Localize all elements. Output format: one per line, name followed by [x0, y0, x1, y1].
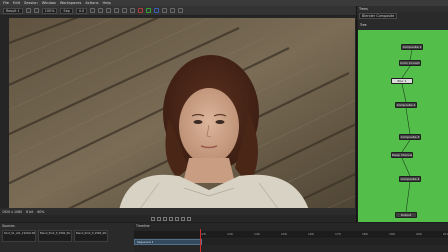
guides-icon[interactable] [114, 8, 120, 13]
timeline-tick-label: 200 [416, 232, 422, 236]
blue-channel-icon[interactable] [154, 8, 160, 13]
timeline-panel: Timeline 120 130 140 150 160 170 180 190 200 210 … [134, 222, 448, 252]
fstop-select[interactable]: 0.0 [75, 7, 88, 14]
timeline-tick-label: 180 [362, 232, 368, 236]
sources-panel: Sources Shot_01_v01_1920x1080.jpg Blend_… [0, 222, 134, 252]
timeline-tick-label: 190 [389, 232, 395, 236]
mode-select[interactable]: Sep [60, 7, 73, 14]
lock-icon[interactable] [170, 8, 176, 13]
resolution-label: 1920 x 1080 [2, 209, 23, 214]
zoom-label: 60% [37, 209, 45, 214]
viewer-toolbar: Result 1 100% Sep 0.0 [0, 6, 356, 16]
node-connection [401, 65, 411, 79]
prev-frame-icon[interactable] [157, 216, 161, 221]
node-connection [405, 181, 411, 213]
overlay-icon[interactable] [130, 8, 136, 13]
node-connection [401, 157, 411, 177]
tab-tree[interactable]: Tree [358, 23, 369, 27]
safe-area-icon[interactable] [122, 8, 128, 13]
viewer-panel [0, 16, 356, 214]
grid-icon[interactable] [106, 8, 112, 13]
timeline-tick-label: 130 [227, 232, 233, 236]
scale-select[interactable]: 100% [41, 7, 58, 14]
tree-node[interactable]: Color Correct 1 [399, 60, 421, 66]
play-reverse-icon[interactable] [163, 216, 167, 221]
tree-node[interactable]: Composite 1 [401, 44, 423, 50]
tree-node[interactable]: Composite 4 [399, 176, 421, 182]
last-frame-icon[interactable] [187, 216, 191, 221]
viewer-status-bar: 1920 x 1080 8 bit 60% [0, 208, 356, 215]
play-icon[interactable] [175, 216, 179, 221]
node-connection [409, 49, 413, 61]
red-channel-icon[interactable] [138, 8, 144, 13]
timeline-clip[interactable]: Sequence 1 [134, 239, 202, 245]
green-channel-icon[interactable] [146, 8, 152, 13]
node-connection [401, 83, 407, 103]
next-frame-icon[interactable] [181, 216, 185, 221]
node-connection [401, 139, 411, 153]
settings-icon[interactable] [178, 8, 184, 13]
source-clip[interactable]: Shot_01_v01_1920x1080.jpg [2, 230, 36, 242]
timeline-tick-label: 160 [308, 232, 314, 236]
tree-node[interactable]: Blur 1 [391, 78, 413, 84]
first-frame-icon[interactable] [151, 216, 155, 221]
timeline-track: Sequence 1 [134, 239, 448, 245]
tree-node[interactable]: Deep Channels 1 [391, 152, 413, 158]
transport-controls [0, 215, 356, 222]
bit-depth-label: 8 bit [26, 209, 34, 214]
tree-node[interactable]: Composite 2 [395, 102, 417, 108]
playhead[interactable] [200, 229, 201, 252]
timeline-tick-label: 170 [335, 232, 341, 236]
viewer-a-icon[interactable] [25, 8, 31, 13]
tree-node[interactable]: Output [395, 212, 417, 218]
timeline-tick-label: 140 [254, 232, 260, 236]
node-graph[interactable]: Composite 1 Color Correct 1 Blur 1 Composit… [358, 30, 448, 222]
lut-icon[interactable] [98, 8, 104, 13]
tree-select[interactable]: Blender Composite [359, 13, 398, 19]
timeline-tick-label: 210 [443, 232, 448, 236]
viewer-b-icon[interactable] [33, 8, 39, 13]
timeline-tick-label: 150 [281, 232, 287, 236]
tree-panel: Trees Blender Composite Tree Composite 1… [356, 6, 448, 222]
node-connection [405, 107, 411, 135]
source-clip[interactable]: Blend_Shot_P_2560_08.exr [74, 230, 108, 242]
timeline-ruler[interactable]: 120 130 140 150 160 170 180 190 200 210 [134, 231, 448, 238]
timeline-title: Timeline [136, 224, 150, 228]
stop-icon[interactable] [169, 216, 173, 221]
alpha-channel-icon[interactable] [162, 8, 168, 13]
viewer-select[interactable]: Result 1 [3, 7, 23, 14]
gamma-icon[interactable] [90, 8, 96, 13]
tree-node[interactable]: Composite 3 [399, 134, 421, 140]
viewer-image[interactable] [9, 18, 355, 210]
woman-on-deck-photo [9, 18, 355, 210]
node-connections [401, 49, 413, 213]
source-clip[interactable]: Blend_Shot_P_2560_06.exr [38, 230, 72, 242]
